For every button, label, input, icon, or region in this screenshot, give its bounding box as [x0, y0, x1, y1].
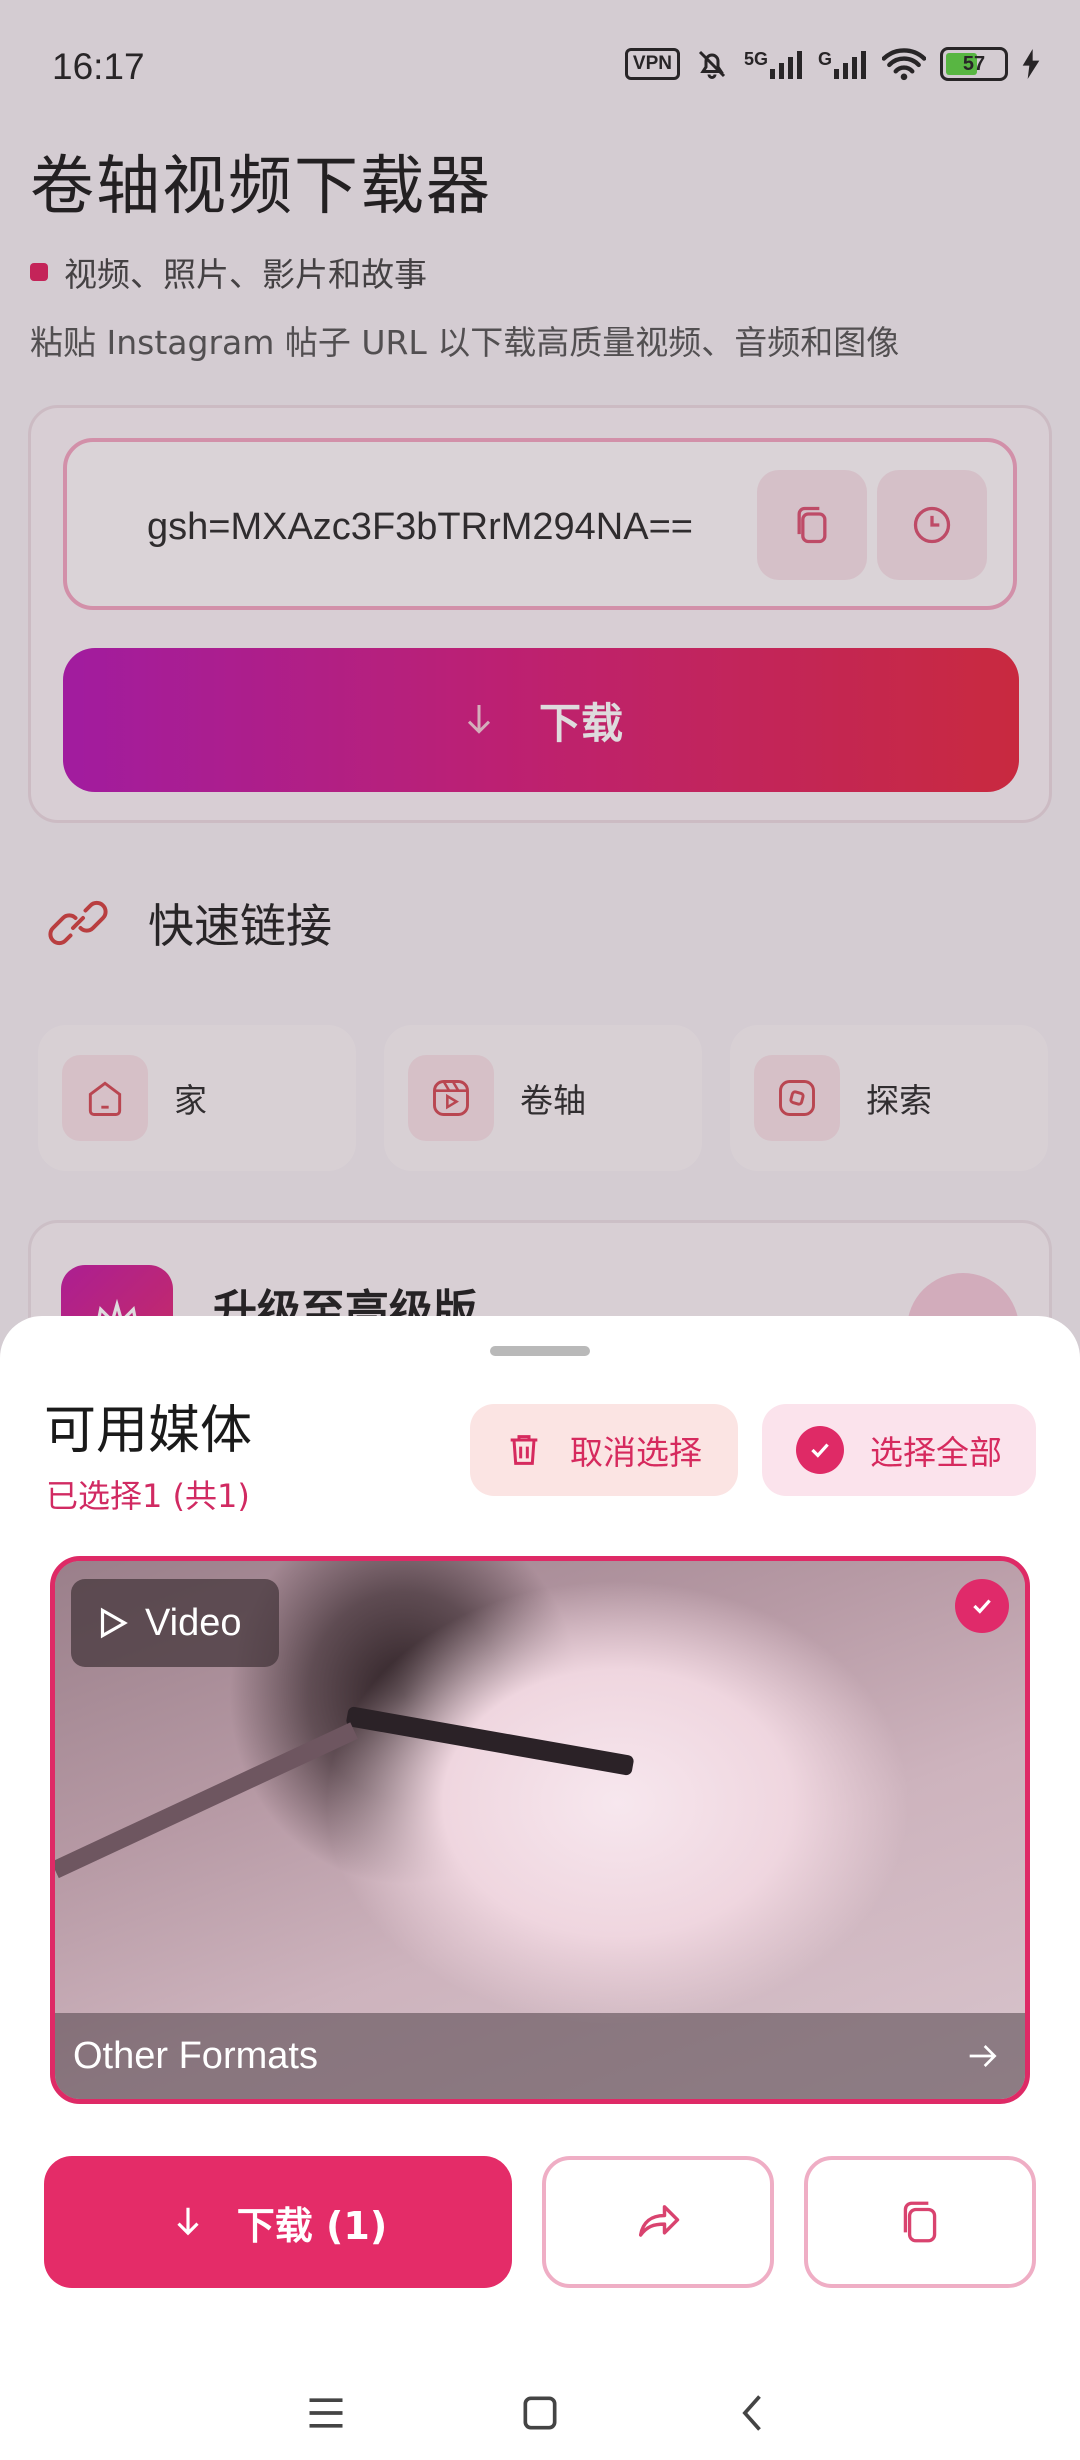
arrow-right-icon — [969, 2045, 997, 2067]
copy-icon — [903, 2201, 937, 2243]
video-badge: Video — [71, 1579, 279, 1667]
selection-count: 已选择1 (共1) — [46, 1477, 250, 1515]
system-nav-bar — [0, 2366, 1080, 2460]
download-selected-label: 下载 (1) — [236, 2203, 388, 2248]
check-circle-icon — [796, 1426, 844, 1474]
deselect-button[interactable]: 取消选择 — [470, 1404, 738, 1496]
sheet-title: 可用媒体 — [44, 1401, 253, 1461]
download-selected-button[interactable]: 下载 (1) — [44, 2156, 512, 2288]
media-item[interactable]: Video Other Formats — [50, 1556, 1030, 2104]
copy-button[interactable] — [804, 2156, 1036, 2288]
select-all-button[interactable]: 选择全部 — [762, 1404, 1036, 1496]
share-button[interactable] — [542, 2156, 774, 2288]
back-icon[interactable] — [732, 2391, 776, 2435]
modal-scrim[interactable] — [0, 0, 1080, 1400]
drag-handle[interactable] — [490, 1346, 590, 1356]
selected-check-icon[interactable] — [955, 1579, 1009, 1633]
play-icon — [100, 1607, 128, 1639]
deselect-label: 取消选择 — [570, 1433, 702, 1472]
other-formats-button[interactable]: Other Formats — [55, 2013, 1025, 2099]
media-bottom-sheet: 可用媒体 已选择1 (共1) 取消选择 选择全部 Video Other For… — [0, 1316, 1080, 2460]
other-formats-label: Other Formats — [73, 2034, 318, 2077]
menu-icon[interactable] — [304, 2391, 348, 2435]
video-badge-label: Video — [145, 1601, 242, 1644]
select-all-label: 选择全部 — [870, 1433, 1002, 1472]
trash-icon — [510, 1435, 538, 1465]
download-icon — [177, 2207, 199, 2236]
share-icon — [638, 2205, 680, 2237]
home-nav-icon[interactable] — [518, 2391, 562, 2435]
